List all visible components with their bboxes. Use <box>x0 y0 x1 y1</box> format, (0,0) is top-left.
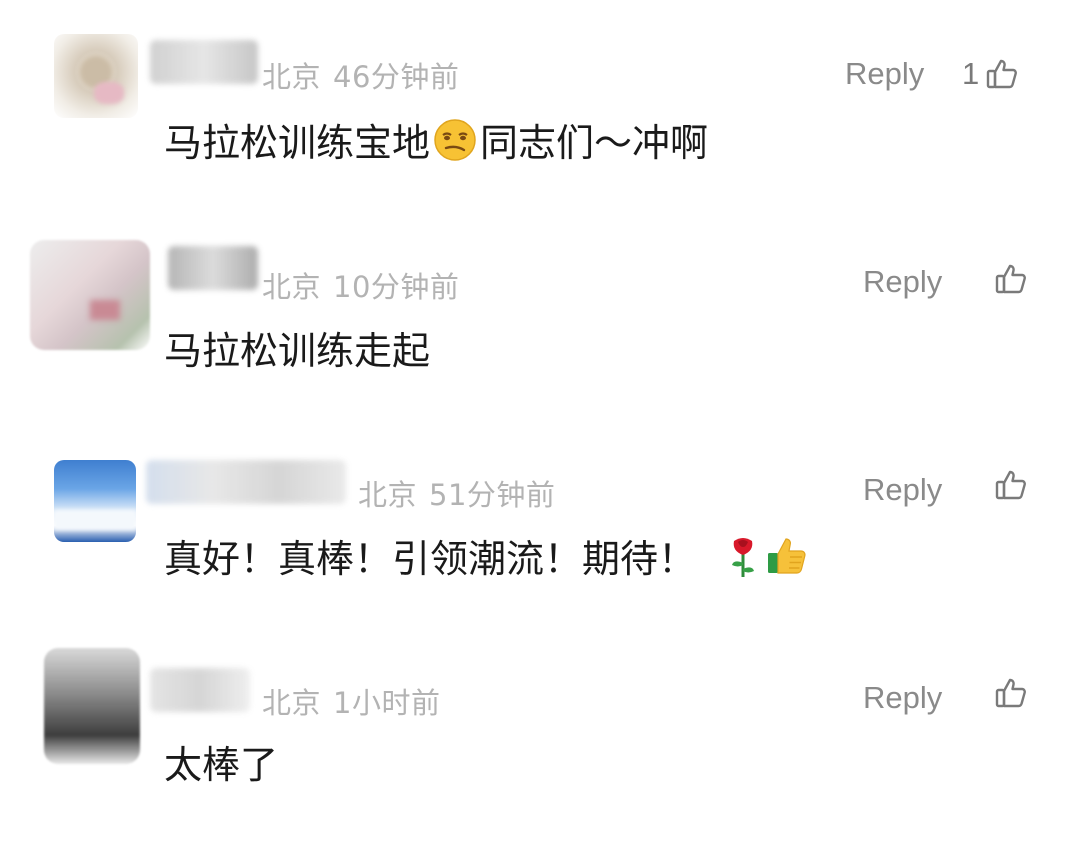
smirk-face-emoji-icon <box>432 117 478 163</box>
username-redacted <box>150 40 258 84</box>
thumbs-up-outline-icon <box>994 676 1028 710</box>
comment-text: 马拉松训练走起 <box>164 320 430 375</box>
comment-text-part: 真好！真棒！引领潮流！期待！ <box>164 537 697 581</box>
comment-time: 51分钟前 <box>429 478 556 512</box>
like-button[interactable] <box>988 468 1028 502</box>
like-button[interactable] <box>988 262 1028 296</box>
reply-button[interactable]: Reply <box>863 680 942 716</box>
thumbs-up-emoji-icon <box>764 533 810 579</box>
comment-location: 北京 <box>262 60 322 94</box>
avatar[interactable] <box>54 460 136 542</box>
thumbs-up-outline-icon <box>994 262 1028 296</box>
username-redacted <box>146 460 346 504</box>
comment-text-part: 同志们～冲啊 <box>480 121 709 165</box>
avatar[interactable] <box>30 240 150 350</box>
comment-text-part: 太棒了 <box>164 743 279 787</box>
comment-item: 北京 46分钟前 Reply 1 马拉松训练宝地 同志们～冲啊 <box>0 0 1080 200</box>
username-redacted <box>150 668 250 712</box>
comment-item: 北京 1小时前 Reply 太棒了 <box>0 628 1080 828</box>
thumbs-up-outline-icon <box>994 468 1028 502</box>
comment-text: 马拉松训练宝地 同志们～冲啊 <box>164 112 708 167</box>
comment-meta: 北京 46分钟前 <box>262 54 459 96</box>
comment-text-part: 马拉松训练走起 <box>164 329 431 373</box>
rose-emoji-icon <box>726 533 760 579</box>
reply-button[interactable]: Reply <box>863 472 942 508</box>
comment-meta: 北京 51分钟前 <box>358 472 555 514</box>
comment-item: 北京 51分钟前 Reply 真好！真棒！引领潮流！期待！ <box>0 420 1080 620</box>
reply-button[interactable]: Reply <box>863 264 942 300</box>
comment-text-part: 马拉松训练宝地 <box>164 121 431 165</box>
like-button[interactable]: 1 <box>962 56 1019 92</box>
comment-text: 真好！真棒！引领潮流！期待！ <box>164 528 812 583</box>
comment-text: 太棒了 <box>164 734 278 789</box>
avatar[interactable] <box>54 34 138 118</box>
comment-location: 北京 <box>358 478 418 512</box>
avatar[interactable] <box>44 648 140 764</box>
comment-item: 北京 10分钟前 Reply 马拉松训练走起 <box>0 210 1080 410</box>
comment-meta: 北京 10分钟前 <box>262 264 459 306</box>
thumbs-up-outline-icon <box>985 57 1019 91</box>
like-count: 1 <box>962 56 980 91</box>
username-redacted <box>168 246 258 290</box>
comment-time: 1小时前 <box>333 686 441 720</box>
comment-time: 10分钟前 <box>333 270 460 304</box>
comment-location: 北京 <box>262 686 322 720</box>
like-button[interactable] <box>988 676 1028 710</box>
comment-time: 46分钟前 <box>333 60 460 94</box>
comment-location: 北京 <box>262 270 322 304</box>
reply-button[interactable]: Reply <box>845 56 924 92</box>
comment-meta: 北京 1小时前 <box>262 680 440 722</box>
